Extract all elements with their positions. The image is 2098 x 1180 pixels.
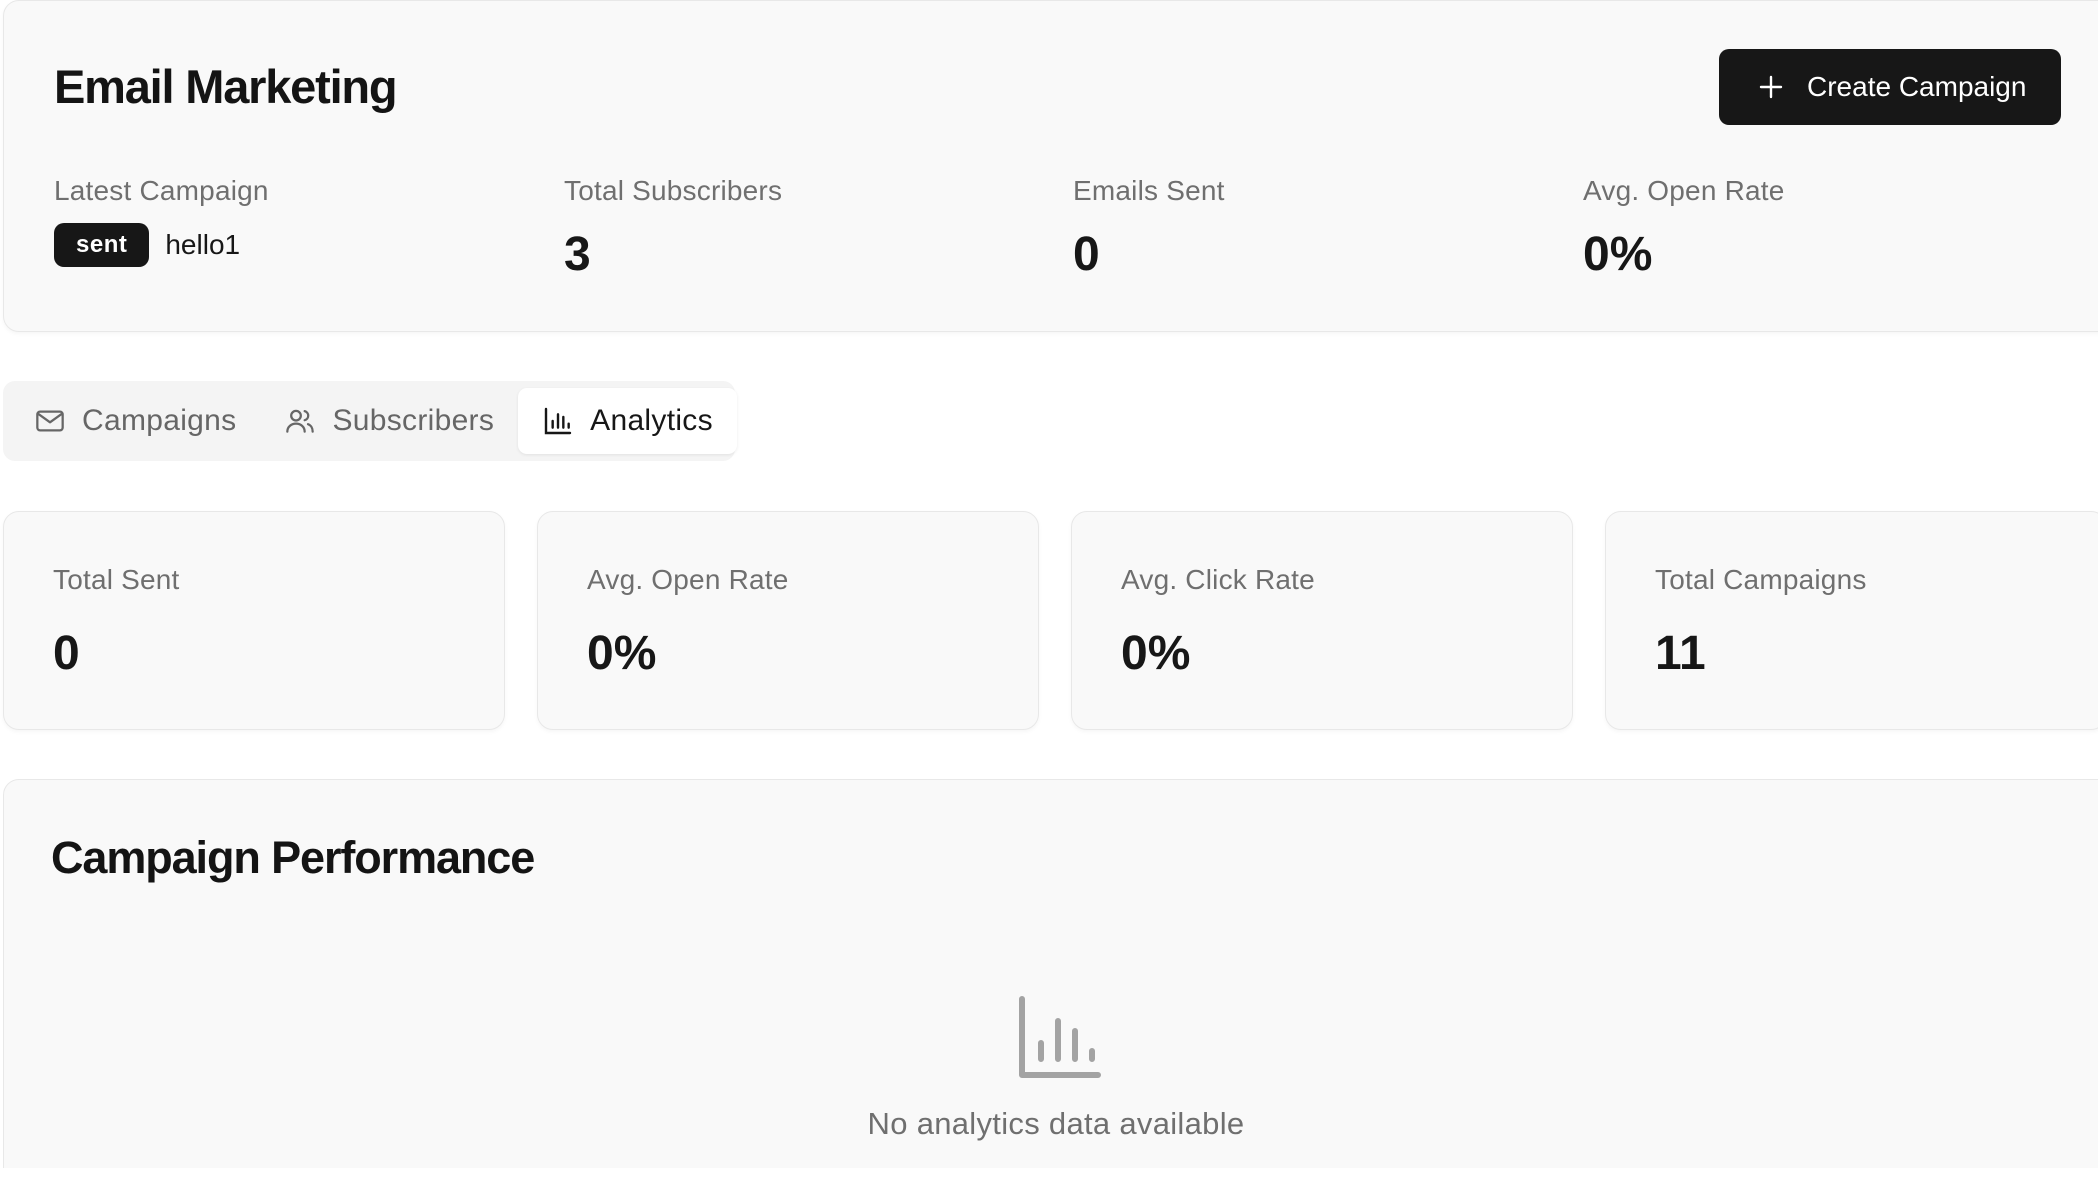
email-marketing-page: Email Marketing Create Campaign Latest C… <box>0 0 2098 1180</box>
total-subscribers-label: Total Subscribers <box>564 175 783 206</box>
metric-value: 0% <box>1121 627 1191 680</box>
status-badge: sent <box>54 223 150 267</box>
bar-chart-icon <box>544 407 572 435</box>
tab-subscribers-label: Subscribers <box>332 404 495 437</box>
metric-value: 11 <box>1655 627 1706 680</box>
latest-campaign-name: hello1 <box>165 229 241 260</box>
users-icon <box>286 409 315 433</box>
emails-sent-label: Emails Sent <box>1073 175 1225 206</box>
metric-avg-open-rate: Avg. Open Rate 0% <box>537 511 1039 730</box>
metric-label: Total Campaigns <box>1655 564 1867 595</box>
view-tabs: Campaigns Subscribers Analytics <box>3 381 737 461</box>
total-subscribers-value: 3 <box>564 228 591 281</box>
metric-label: Avg. Open Rate <box>587 564 789 595</box>
metric-avg-click-rate: Avg. Click Rate 0% <box>1071 511 1573 730</box>
create-campaign-button[interactable]: Create Campaign <box>1719 49 2061 125</box>
avg-open-rate-label: Avg. Open Rate <box>1583 175 1785 206</box>
campaign-performance-card: Campaign Performance No analytics data a… <box>3 779 2098 1180</box>
emails-sent-stat: Emails Sent 0 <box>1073 175 1225 282</box>
metric-value: 0 <box>53 627 80 680</box>
section-title: Campaign Performance <box>51 832 535 883</box>
metric-total-sent: Total Sent 0 <box>3 511 505 730</box>
metric-label: Avg. Click Rate <box>1121 564 1315 595</box>
create-campaign-label: Create Campaign <box>1807 71 2027 102</box>
emails-sent-value: 0 <box>1073 228 1100 281</box>
metric-label: Total Sent <box>53 564 180 595</box>
total-subscribers-stat: Total Subscribers 3 <box>564 175 782 282</box>
page-title: Email Marketing <box>54 60 398 113</box>
latest-campaign-label: Latest Campaign <box>54 175 269 206</box>
overview-card: Email Marketing Create Campaign Latest C… <box>3 0 2098 332</box>
latest-campaign-stat: Latest Campaign sent hello1 <box>54 175 269 267</box>
metric-total-campaigns: Total Campaigns 11 <box>1605 511 2098 730</box>
avg-open-rate-value: 0% <box>1583 228 1653 281</box>
tab-campaigns[interactable]: Campaigns <box>10 388 260 454</box>
bar-chart-icon <box>1019 996 1101 1078</box>
metric-value: 0% <box>587 627 657 680</box>
tab-analytics-label: Analytics <box>590 404 713 437</box>
page-bottom-edge <box>0 1168 2098 1180</box>
tab-subscribers[interactable]: Subscribers <box>260 388 518 454</box>
tab-analytics[interactable]: Analytics <box>518 388 737 454</box>
avg-open-rate-stat: Avg. Open Rate 0% <box>1583 175 1785 282</box>
empty-state-message: No analytics data available <box>867 1106 1245 1141</box>
mail-icon <box>36 410 64 432</box>
tab-campaigns-label: Campaigns <box>82 404 237 437</box>
plus-icon <box>1757 73 1785 101</box>
